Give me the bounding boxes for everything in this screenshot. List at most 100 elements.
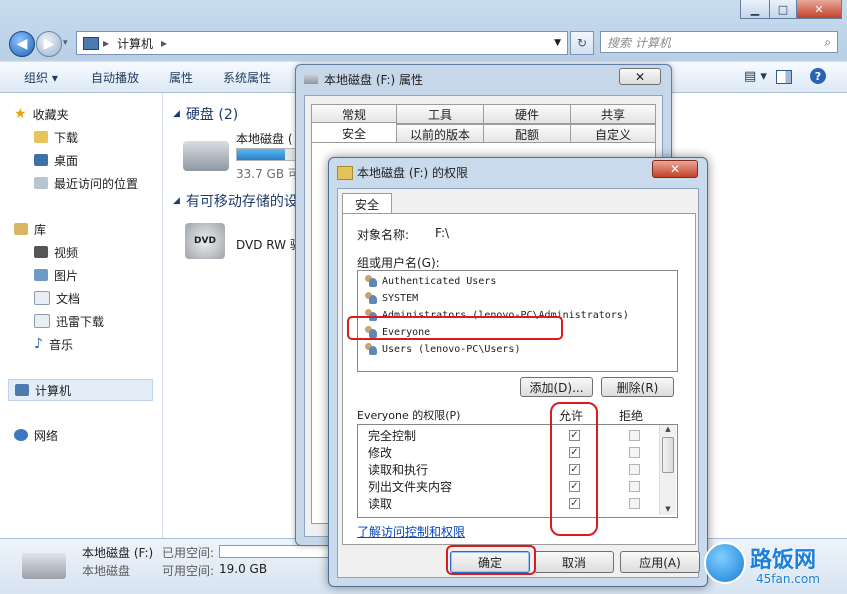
remove-button[interactable]: 删除(R) bbox=[601, 377, 674, 397]
permissions-list: 完全控制 修改 读取和执行 列出文件夹内容 读取 ✓ ✓ ✓ ✓ ✓ ▲ ▼ bbox=[357, 424, 678, 518]
organize-button[interactable]: 组织 ▾ bbox=[24, 69, 58, 86]
tab-general[interactable]: 常规 bbox=[311, 104, 397, 124]
apply-button[interactable]: 应用(A) bbox=[620, 551, 700, 573]
ok-button-highlight-mark bbox=[446, 545, 536, 575]
library-icon bbox=[14, 223, 28, 235]
nav-downloads[interactable]: 下载 bbox=[34, 128, 78, 146]
nav-music[interactable]: ♪ 音乐 bbox=[34, 335, 73, 353]
tab-hardware[interactable]: 硬件 bbox=[483, 104, 571, 124]
nav-favorites[interactable]: ★ 收藏夹 bbox=[14, 105, 69, 123]
collapse-icon: ◢ bbox=[173, 109, 180, 119]
breadcrumb-separator-icon: ▸ bbox=[103, 36, 110, 50]
drive-large-icon bbox=[22, 553, 66, 579]
folder-icon bbox=[337, 166, 353, 180]
user-row[interactable]: Authenticated Users bbox=[364, 273, 496, 289]
nav-videos[interactable]: 视频 bbox=[34, 243, 78, 261]
preview-pane-icon[interactable] bbox=[776, 70, 792, 84]
hard-drive-icon bbox=[183, 141, 229, 171]
scroll-thumb[interactable] bbox=[662, 437, 674, 473]
tab-tools[interactable]: 工具 bbox=[396, 104, 484, 124]
tab-quota[interactable]: 配额 bbox=[483, 124, 571, 144]
documents-icon bbox=[34, 291, 50, 305]
users-group-icon bbox=[364, 292, 378, 304]
access-control-help-link[interactable]: 了解访问控制和权限 bbox=[357, 523, 465, 540]
tab-security[interactable]: 安全 bbox=[311, 122, 397, 143]
scroll-up-icon[interactable]: ▲ bbox=[660, 425, 676, 433]
drive-icon bbox=[304, 73, 318, 84]
nav-computer[interactable]: 计算机 bbox=[8, 379, 153, 401]
details-usage-bar bbox=[219, 545, 331, 558]
properties-button[interactable]: 属性 bbox=[169, 69, 193, 86]
address-bar[interactable]: ▸ 计算机 ▸ ▼ bbox=[76, 31, 568, 55]
nav-thunder-downloads[interactable]: 迅雷下载 bbox=[34, 312, 104, 330]
permission-row: 修改 bbox=[368, 446, 393, 460]
details-free-label: 可用空间: bbox=[162, 564, 215, 578]
permissions-body: 安全 对象名称: F:\ 组或用户名(G): Authenticated Use… bbox=[337, 188, 700, 578]
tab-security[interactable]: 安全 bbox=[342, 193, 392, 214]
drive-usage-bar bbox=[236, 148, 298, 161]
search-icon: ⌕ bbox=[824, 34, 831, 49]
star-icon: ★ bbox=[14, 106, 27, 122]
permissions-close-button[interactable]: ✕ bbox=[652, 160, 698, 178]
cancel-button[interactable]: 取消 bbox=[534, 551, 614, 573]
address-dropdown-icon[interactable]: ▼ bbox=[554, 38, 561, 48]
nav-documents[interactable]: 文档 bbox=[34, 289, 80, 307]
tab-previous-versions[interactable]: 以前的版本 bbox=[396, 124, 484, 144]
pictures-icon bbox=[34, 269, 48, 281]
deny-checkbox[interactable] bbox=[629, 481, 640, 492]
computer-icon bbox=[15, 384, 29, 396]
nav-desktop[interactable]: 桌面 bbox=[34, 151, 78, 169]
details-drive-name: 本地磁盘 (F:) bbox=[82, 546, 154, 560]
properties-close-button[interactable]: ✕ bbox=[619, 68, 661, 85]
user-row[interactable]: Users (lenovo-PC\Users) bbox=[364, 341, 520, 357]
help-icon[interactable]: ? bbox=[810, 68, 826, 84]
object-name-value: F:\ bbox=[435, 226, 450, 240]
dvd-drive-name[interactable]: DVD RW 驱 bbox=[236, 236, 302, 253]
group-header-hard-drives[interactable]: ◢ 硬盘 (2) bbox=[173, 104, 238, 124]
watermark-url: 45fan.com bbox=[756, 572, 820, 586]
music-icon: ♪ bbox=[34, 336, 43, 352]
allow-column-highlight-mark bbox=[550, 402, 598, 536]
breadcrumb-computer[interactable]: 计算机 bbox=[113, 35, 157, 52]
back-button[interactable]: ◀ bbox=[9, 31, 35, 57]
view-options-icon[interactable]: ▤ ▾ bbox=[744, 69, 767, 84]
tab-customize[interactable]: 自定义 bbox=[570, 124, 656, 144]
history-dropdown-icon[interactable]: ▾ bbox=[63, 38, 68, 48]
forward-button[interactable]: ▶ bbox=[36, 31, 62, 57]
drive-f-name[interactable]: 本地磁盘 ( bbox=[236, 130, 293, 147]
autoplay-button[interactable]: 自动播放 bbox=[91, 69, 139, 86]
collapse-icon: ◢ bbox=[173, 196, 180, 206]
everyone-highlight-mark bbox=[347, 316, 563, 340]
drive-f-free: 33.7 GB 可 bbox=[236, 167, 300, 181]
deny-checkbox[interactable] bbox=[629, 430, 640, 441]
users-group-icon bbox=[364, 275, 378, 287]
nav-libraries[interactable]: 库 bbox=[14, 220, 46, 238]
breadcrumb-separator-icon: ▸ bbox=[161, 36, 168, 50]
deny-checkbox[interactable] bbox=[629, 447, 640, 458]
deny-checkbox[interactable] bbox=[629, 498, 640, 509]
nav-recent[interactable]: 最近访问的位置 bbox=[34, 174, 138, 192]
refresh-button[interactable]: ↻ bbox=[570, 31, 594, 55]
tab-sharing[interactable]: 共享 bbox=[570, 104, 656, 124]
security-panel: 对象名称: F:\ 组或用户名(G): Authenticated Users … bbox=[342, 213, 696, 545]
permissions-title: 本地磁盘 (F:) 的权限 bbox=[357, 166, 469, 180]
group-header-removable[interactable]: ◢ 有可移动存储的设 bbox=[173, 191, 298, 211]
nav-network[interactable]: 网络 bbox=[14, 426, 58, 444]
minimize-button[interactable]: ▁ bbox=[740, 0, 770, 19]
permission-row: 完全控制 bbox=[368, 429, 417, 443]
recent-places-icon bbox=[34, 177, 48, 189]
user-row[interactable]: SYSTEM bbox=[364, 290, 418, 306]
dvd-drive-icon: DVD bbox=[185, 223, 225, 259]
system-properties-button[interactable]: 系统属性 bbox=[223, 69, 271, 86]
deny-checkbox[interactable] bbox=[629, 464, 640, 475]
search-input[interactable]: 搜索 计算机 ⌕ bbox=[600, 31, 838, 53]
permissions-scrollbar[interactable]: ▲ ▼ bbox=[659, 425, 676, 515]
permission-row: 读取和执行 bbox=[368, 463, 429, 477]
scroll-down-icon[interactable]: ▼ bbox=[660, 505, 676, 513]
arrow-right-icon: ▶ bbox=[43, 36, 55, 52]
search-placeholder: 搜索 计算机 bbox=[607, 35, 671, 50]
maximize-button[interactable]: □ bbox=[769, 0, 797, 19]
close-button[interactable]: ✕ bbox=[796, 0, 842, 19]
add-button[interactable]: 添加(D)... bbox=[520, 377, 593, 397]
nav-pictures[interactable]: 图片 bbox=[34, 266, 78, 284]
